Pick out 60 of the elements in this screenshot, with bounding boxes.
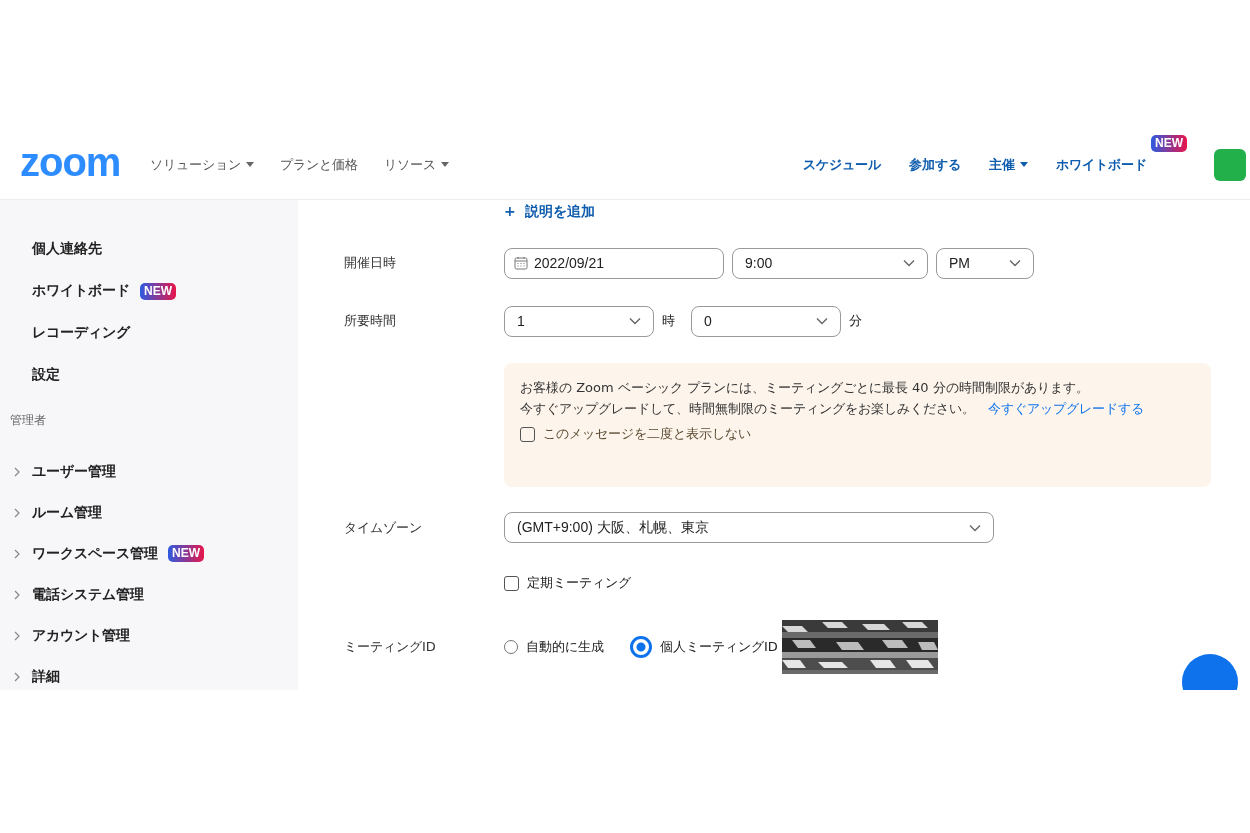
checkbox-label: このメッセージを二度と表示しない (543, 425, 751, 443)
chevron-down-icon (816, 317, 828, 325)
sidebar-item[interactable]: 詳細 (32, 667, 60, 686)
sidebar-item[interactable]: 電話システム管理 (32, 585, 144, 604)
hours-dropdown[interactable]: 1 (504, 305, 654, 337)
calendar-icon (514, 256, 528, 270)
notice-text: お客様の Zoom ベーシック プランには、ミーティングごとに最長 40 分の時間制限があります。 (520, 379, 1090, 397)
new-badge: NEW (168, 545, 204, 562)
nav-action-link[interactable]: スケジュール (803, 155, 881, 174)
field-label: 所要時間 (344, 312, 397, 330)
caret-icon (1020, 162, 1028, 167)
timezone-dropdown[interactable]: (GMT+9:00) 大阪、札幌、東京 (504, 512, 994, 543)
chevron-right-icon[interactable] (14, 630, 20, 641)
checkbox[interactable] (520, 426, 535, 442)
chevron-down-icon (903, 259, 915, 267)
radio-button[interactable] (630, 636, 652, 658)
am-pm-dropdown[interactable]: PM (936, 247, 1034, 279)
sidebar-item[interactable]: レコーディング (32, 324, 130, 342)
sidebar-item[interactable]: 個人連絡先 (32, 240, 102, 258)
upgrade-link[interactable]: 今すぐアップグレードする (988, 401, 1144, 416)
sidebar-item[interactable]: ルーム管理 (32, 503, 102, 522)
minutes-dropdown[interactable]: 0 (691, 305, 841, 337)
sidebar-item[interactable]: アカウント管理 (32, 626, 130, 645)
new-badge: NEW (140, 282, 176, 300)
nav-action-link[interactable]: 参加する (909, 155, 961, 174)
sidebar-item[interactable]: ワークスペース管理 (32, 544, 158, 563)
nav-action-link[interactable]: 主催 (989, 155, 1028, 174)
chevron-right-icon[interactable] (14, 466, 20, 477)
section-heading: 管理者 (9, 412, 47, 429)
field-label: タイムゾーン (344, 518, 423, 537)
sidebar-item[interactable]: ホワイトボード (32, 282, 130, 300)
checkbox[interactable] (504, 575, 519, 591)
radio-label: 個人ミーティングID (660, 638, 778, 656)
chevron-down-icon (1009, 259, 1021, 267)
nav-action-link[interactable]: ホワイトボード (1056, 155, 1147, 174)
chevron-down-icon (629, 317, 641, 325)
time-dropdown[interactable]: 9:00 (732, 247, 928, 279)
add-description-link[interactable]: + 説明を追加 (504, 203, 596, 221)
avatar[interactable] (1214, 148, 1246, 181)
chevron-right-icon[interactable] (14, 548, 20, 559)
sidebar-item[interactable]: ユーザー管理 (32, 462, 116, 481)
chevron-right-icon[interactable] (14, 507, 20, 518)
chevron-down-icon (969, 523, 981, 532)
nav-menu-link[interactable]: ソリューション (150, 155, 255, 174)
sidebar-item[interactable]: 設定 (32, 366, 60, 384)
radio-label: 自動的に生成 (526, 638, 604, 656)
caret-icon (441, 162, 450, 167)
notice-text: 今すぐアップグレードして、時間無制限のミーティングをお楽しみください。 (520, 401, 975, 416)
new-badge: NEW (1151, 134, 1187, 152)
chevron-right-icon[interactable] (14, 671, 20, 682)
caret-icon (246, 162, 255, 167)
field-label: ミーティングID (344, 638, 437, 656)
unit-label: 時 (662, 312, 675, 330)
unit-label: 分 (849, 312, 862, 330)
field-label: 開催日時 (344, 254, 397, 272)
checkbox-label: 定期ミーティング (527, 574, 631, 592)
nav-menu-link[interactable]: リソース (384, 155, 450, 174)
chevron-right-icon[interactable] (14, 589, 20, 600)
nav-menu-link[interactable]: プランと価格 (280, 155, 359, 174)
date-field[interactable]: 2022/09/21 (504, 247, 724, 279)
